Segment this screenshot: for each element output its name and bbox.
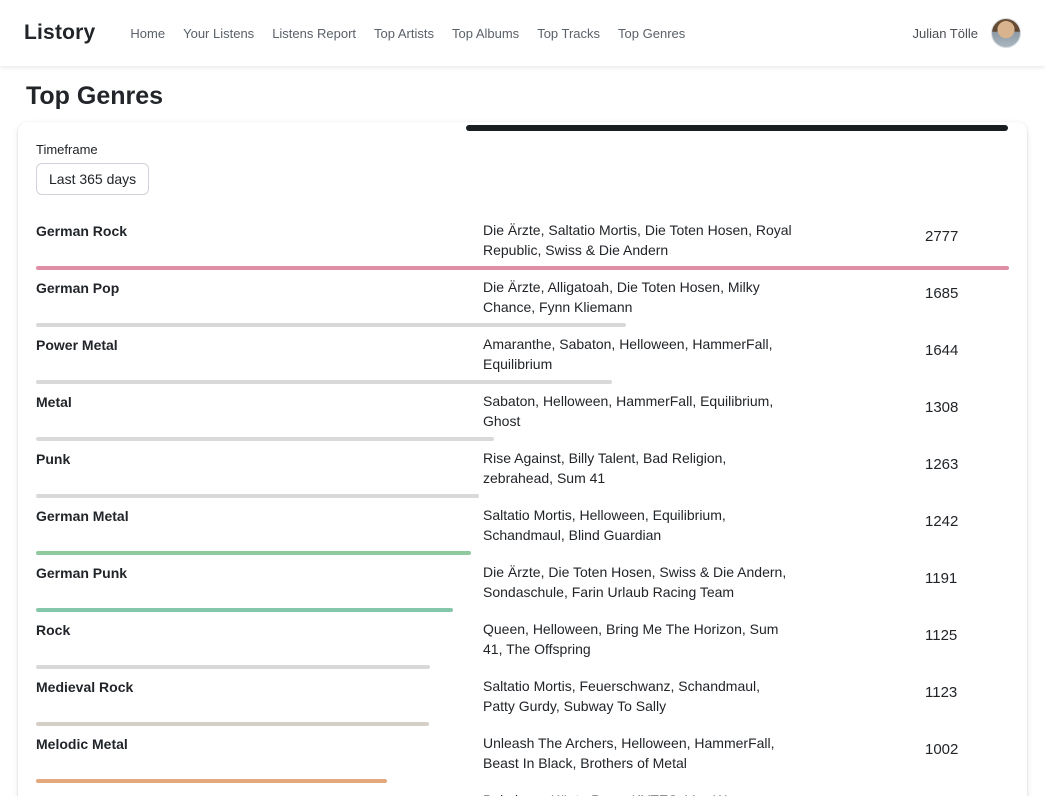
genre-artists: Die Ärzte, Die Toten Hosen, Swiss & Die … [483, 562, 793, 602]
genre-name: Melodic Metal [36, 733, 483, 754]
genre-name: German Pop [36, 277, 483, 298]
nav-item-top-artists[interactable]: Top Artists [365, 26, 443, 41]
genre-name: German Rock [36, 220, 483, 241]
genre-table: German RockDie Ärzte, Saltatio Mortis, D… [36, 220, 1009, 796]
genre-name: Power Metal [36, 334, 483, 355]
genre-row: German PopDie Ärzte, Alligatoah, Die Tot… [36, 277, 1009, 327]
genre-progress-bar [36, 266, 1009, 270]
genre-progress-bar [36, 494, 479, 498]
genre-count: 1685 [925, 285, 1009, 310]
genre-name: Medieval Rock [36, 676, 483, 697]
genre-artists: Amaranthe, Sabaton, Helloween, HammerFal… [483, 334, 793, 374]
genre-count: 1263 [925, 456, 1009, 481]
genre-name: Punk [36, 448, 483, 469]
genre-name: German Punk [36, 562, 483, 583]
genre-artists: Die Ärzte, Saltatio Mortis, Die Toten Ho… [483, 220, 793, 260]
genre-row: PunkRise Against, Billy Talent, Bad Reli… [36, 448, 1009, 498]
genre-row: German RockDie Ärzte, Saltatio Mortis, D… [36, 220, 1009, 270]
timeframe-control: Timeframe Last 365 days [36, 142, 1009, 195]
user-avatar[interactable] [991, 18, 1021, 48]
genre-row: German MetalSaltatio Mortis, Helloween, … [36, 505, 1009, 555]
top-navbar: Listory HomeYour ListensListens ReportTo… [0, 0, 1045, 66]
genre-count: 2777 [925, 228, 1009, 253]
nav-item-top-tracks[interactable]: Top Tracks [528, 26, 609, 41]
genre-name: Metal [36, 391, 483, 412]
app-logo[interactable]: Listory [24, 21, 95, 45]
genre-row: Medieval RockSaltatio Mortis, Feuerschwa… [36, 676, 1009, 726]
genre-row: RockQueen, Helloween, Bring Me The Horiz… [36, 619, 1009, 669]
genre-progress-bar [36, 323, 626, 327]
horizontal-scrollbar-thumb[interactable] [466, 125, 1008, 131]
genre-artists: Saltatio Mortis, Helloween, Equilibrium,… [483, 505, 793, 545]
genre-artists: Queen, Helloween, Bring Me The Horizon, … [483, 619, 793, 659]
genre-row: Melodic MetalUnleash The Archers, Hellow… [36, 733, 1009, 783]
genre-row: Power MetalAmaranthe, Sabaton, Helloween… [36, 334, 1009, 384]
genre-row: German PunkDie Ärzte, Die Toten Hosen, S… [36, 562, 1009, 612]
genre-count: 1191 [925, 570, 1009, 595]
nav-item-home[interactable]: Home [121, 26, 174, 41]
genre-progress-bar [36, 779, 387, 783]
genre-progress-bar [36, 437, 494, 441]
genre-count: 1644 [925, 342, 1009, 367]
genre-row: MetalSabaton, Helloween, HammerFall, Equ… [36, 391, 1009, 441]
nav-item-top-albums[interactable]: Top Albums [443, 26, 528, 41]
genre-name: Rock [36, 619, 483, 640]
genre-name: German Metal [36, 505, 483, 526]
genre-name: German Indie [36, 790, 483, 796]
user-name[interactable]: Julian Tölle [912, 26, 978, 41]
main-nav: HomeYour ListensListens ReportTop Artist… [121, 26, 912, 41]
nav-item-top-genres[interactable]: Top Genres [609, 26, 694, 41]
genre-artists: Bukahara, Käptn Peng, KYTES, Von Wegen L… [483, 790, 793, 796]
genre-count: 1308 [925, 399, 1009, 424]
top-genres-card: Timeframe Last 365 days German RockDie Ä… [18, 122, 1027, 796]
page-title: Top Genres [26, 82, 1027, 111]
genre-progress-bar [36, 722, 429, 726]
timeframe-select[interactable]: Last 365 days [36, 163, 149, 195]
nav-item-your-listens[interactable]: Your Listens [174, 26, 263, 41]
genre-artists: Die Ärzte, Alligatoah, Die Toten Hosen, … [483, 277, 793, 317]
user-area: Julian Tölle [912, 18, 1021, 48]
nav-item-listens-report[interactable]: Listens Report [263, 26, 365, 41]
genre-progress-bar [36, 380, 612, 384]
genre-progress-bar [36, 608, 453, 612]
genre-artists: Sabaton, Helloween, HammerFall, Equilibr… [483, 391, 793, 431]
page-content: Top Genres Timeframe Last 365 days Germa… [0, 82, 1045, 796]
genre-progress-bar [36, 665, 430, 669]
genre-artists: Unleash The Archers, Helloween, HammerFa… [483, 733, 793, 773]
genre-progress-bar [36, 551, 471, 555]
genre-artists: Saltatio Mortis, Feuerschwanz, Schandmau… [483, 676, 793, 716]
genre-count: 1125 [925, 627, 1009, 652]
genre-artists: Rise Against, Billy Talent, Bad Religion… [483, 448, 793, 488]
genre-count: 1002 [925, 741, 1009, 766]
genre-row: German IndieBukahara, Käptn Peng, KYTES,… [36, 790, 1009, 796]
genre-count: 1242 [925, 513, 1009, 538]
timeframe-label: Timeframe [36, 142, 1009, 157]
genre-count: 1123 [925, 684, 1009, 709]
